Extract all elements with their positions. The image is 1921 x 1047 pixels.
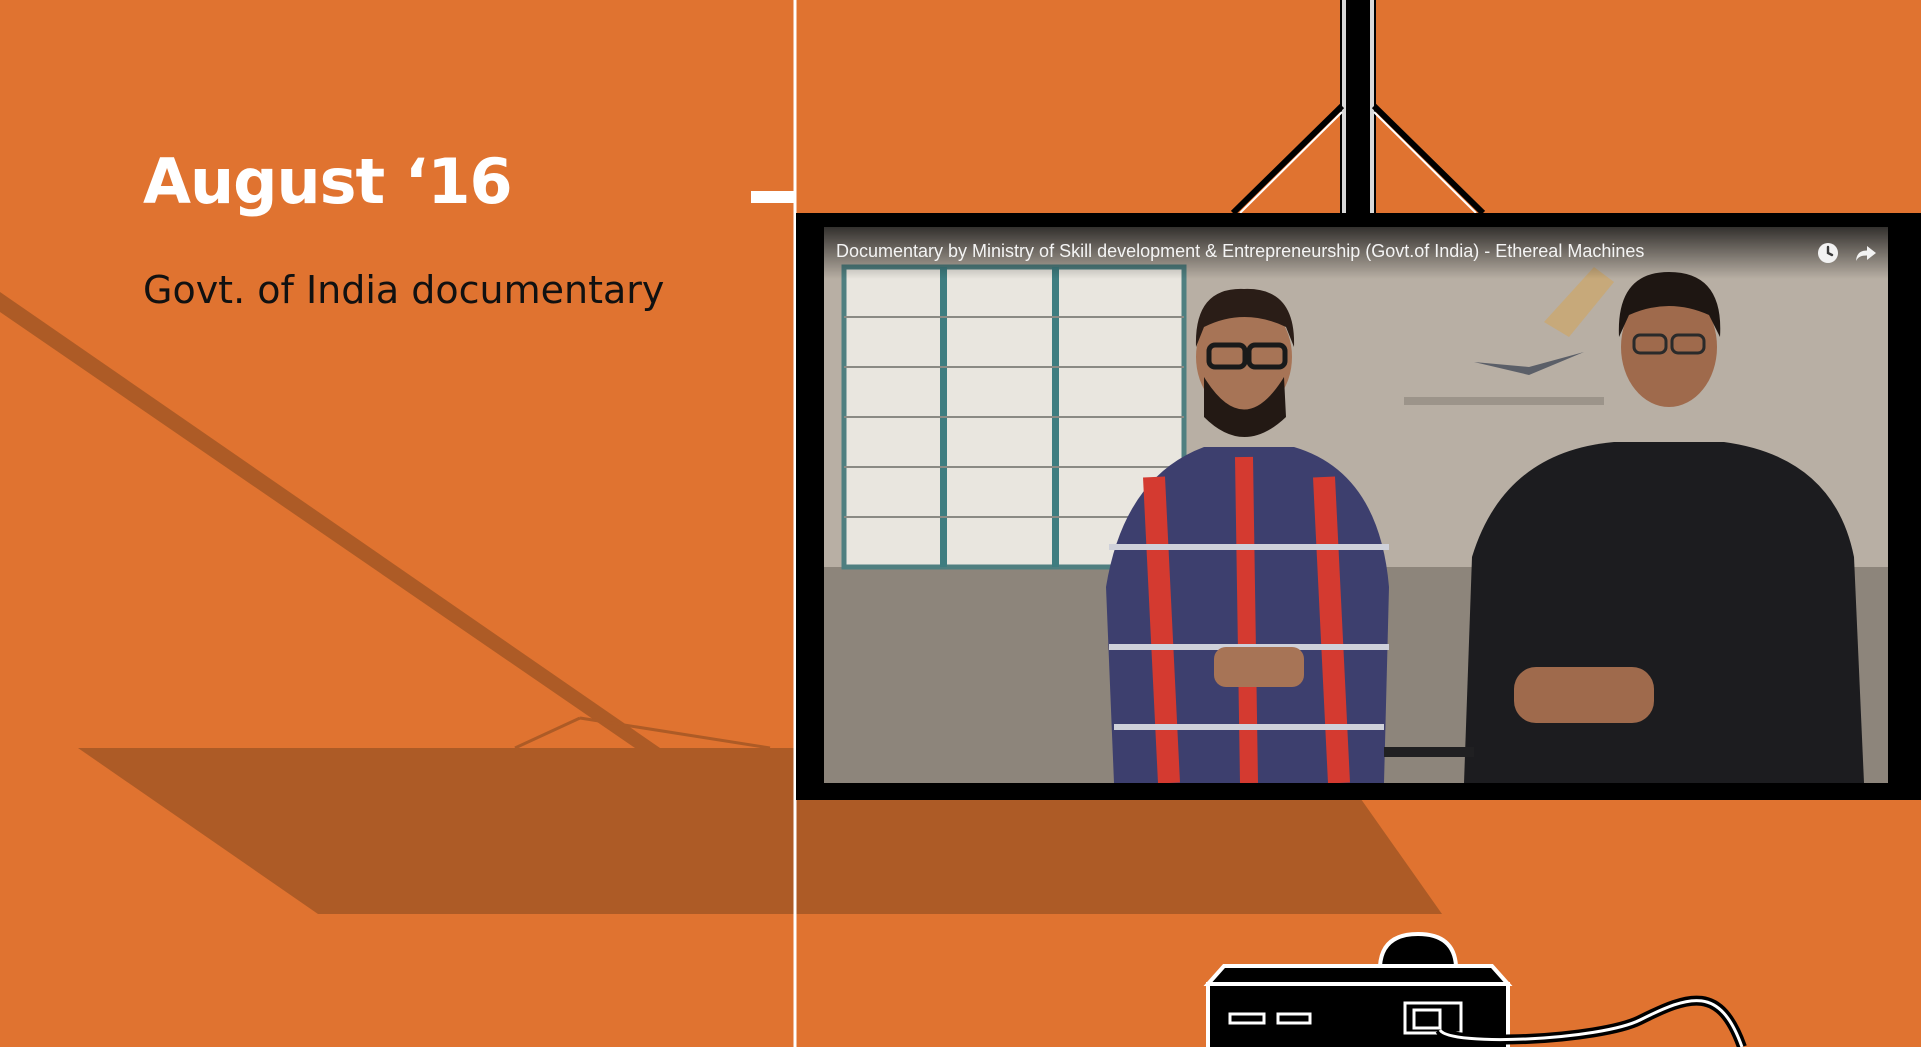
- projector-illustration: [1203, 931, 1747, 1047]
- mount-brace-right-edge: [1373, 111, 1477, 214]
- clock-icon[interactable]: [1816, 241, 1840, 265]
- slide-subheading: Govt. of India documentary: [143, 268, 665, 312]
- slide-heading: August ‘16: [143, 145, 513, 218]
- divider-tick: [751, 191, 796, 203]
- share-arrow-icon[interactable]: [1854, 241, 1878, 265]
- video-title[interactable]: Documentary by Ministry of Skill develop…: [836, 241, 1644, 262]
- video-embed-frame: Documentary by Ministry of Skill develop…: [796, 213, 1921, 800]
- beam-strut-shadow: [514, 716, 581, 750]
- mount-brace-left: [1230, 103, 1345, 216]
- projector-top: [1203, 964, 1513, 986]
- mount-brace-right: [1371, 103, 1486, 216]
- beam-shadow: [0, 292, 660, 748]
- mount-brace-left-edge: [1239, 111, 1343, 214]
- beam-strut-shadow-2: [579, 716, 771, 750]
- video-thumbnail: [824, 227, 1888, 783]
- projector-lens-dome: [1377, 931, 1459, 968]
- video-player[interactable]: Documentary by Ministry of Skill develop…: [824, 227, 1888, 783]
